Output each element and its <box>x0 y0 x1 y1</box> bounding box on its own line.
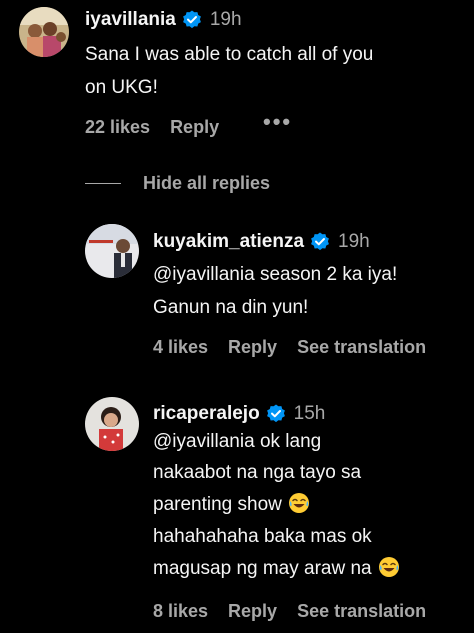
comment-iyavillania: iyavillania 19h Sana I was able to catch… <box>0 0 474 150</box>
comment-text-line: parenting show <box>153 488 310 521</box>
divider <box>85 182 121 184</box>
reply-kuyakim-atienza: kuyakim_atienza 19h @iyavillania season … <box>0 220 474 370</box>
username[interactable]: kuyakim_atienza <box>153 231 304 253</box>
timestamp: 19h <box>338 231 370 252</box>
reply-button[interactable]: Reply <box>170 117 219 138</box>
avatar[interactable] <box>85 224 139 278</box>
reply-button[interactable]: Reply <box>228 337 277 358</box>
see-translation-button[interactable]: See translation <box>297 337 426 358</box>
comment-text-segment: parenting show <box>153 494 282 515</box>
likes-count[interactable]: 22 likes <box>85 117 150 138</box>
comment-text-line: hahahahaha baka mas ok <box>153 526 372 547</box>
hide-replies-label: Hide all replies <box>143 172 271 193</box>
comment-text-line: on UKG! <box>85 77 158 98</box>
comment-text-line: Ganun na din yun! <box>153 297 309 318</box>
timestamp: 15h <box>293 403 326 424</box>
avatar[interactable] <box>85 397 139 451</box>
face-with-tears-of-joy-icon <box>378 556 400 578</box>
comment-text-line: nakaabot na nga tayo sa <box>153 462 362 483</box>
more-horizontal-icon[interactable]: ••• <box>263 109 292 135</box>
comment-text-line: magusap ng may araw na <box>153 552 400 585</box>
likes-count[interactable]: 4 likes <box>153 337 208 358</box>
comment-text-segment: magusap ng may araw na <box>153 558 372 579</box>
timestamp: 19h <box>209 9 242 30</box>
reply-ricaperalejo: ricaperalejo 15h @iyavillania ok lang na… <box>0 392 474 633</box>
comment-text-line: @iyavillania ok lang <box>153 431 322 452</box>
face-with-tears-of-joy-icon <box>288 492 310 514</box>
comment-text-line: @iyavillania season 2 ka iya! <box>153 264 398 285</box>
verified-badge-icon <box>182 10 202 30</box>
see-translation-button[interactable]: See translation <box>297 601 426 622</box>
username[interactable]: ricaperalejo <box>153 403 260 425</box>
reply-button[interactable]: Reply <box>228 601 277 622</box>
comment-text-line: Sana I was able to catch all of you <box>85 44 374 65</box>
likes-count[interactable]: 8 likes <box>153 601 208 622</box>
verified-badge-icon <box>310 232 330 252</box>
avatar[interactable] <box>19 7 69 57</box>
username[interactable]: iyavillania <box>85 9 176 31</box>
hide-replies-button[interactable]: Hide all replies <box>85 172 270 194</box>
verified-badge-icon <box>266 404 286 424</box>
